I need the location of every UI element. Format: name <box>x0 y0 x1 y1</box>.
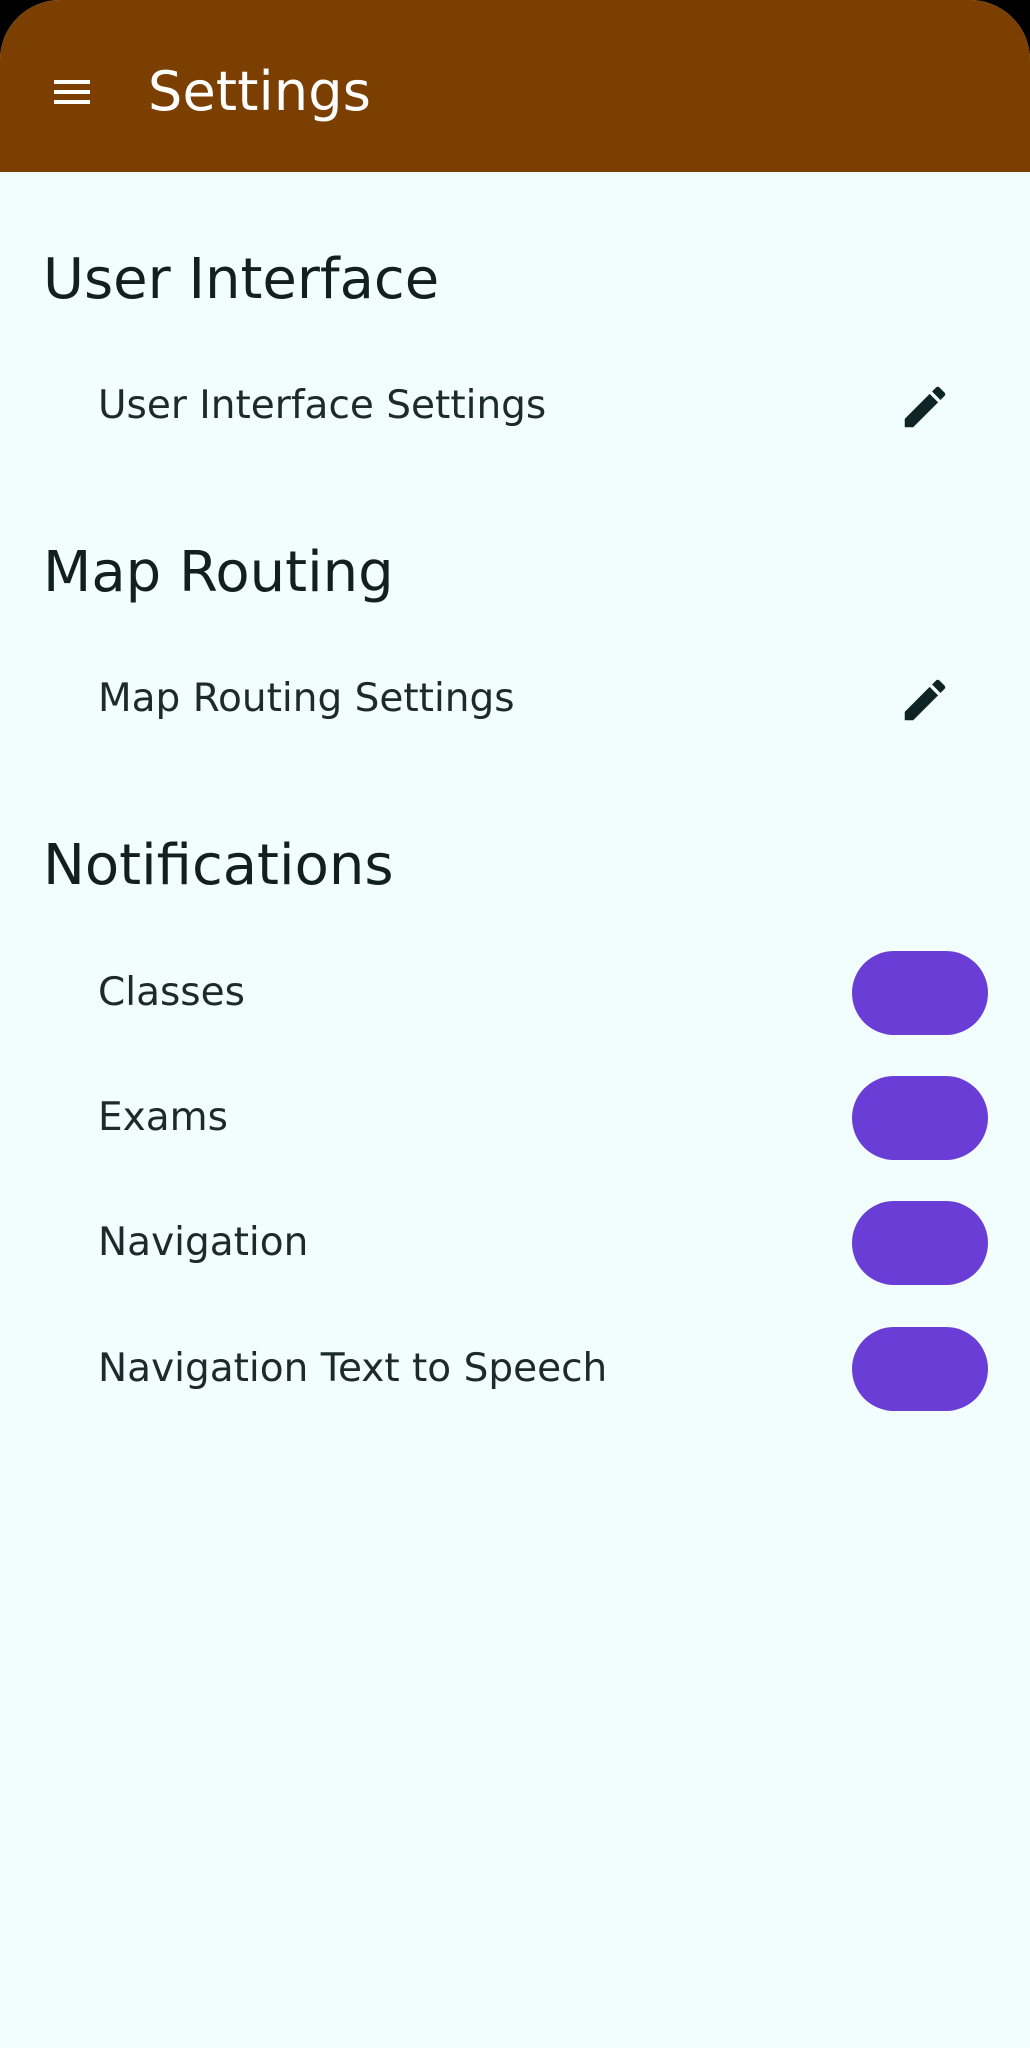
notification-row-exams: Exams <box>0 1063 1030 1173</box>
edit-icon <box>904 679 946 721</box>
page-title: Settings <box>148 60 372 123</box>
section-header-map-routing: Map Routing <box>43 540 394 605</box>
section-header-user-interface: User Interface <box>43 247 440 312</box>
notification-label-navigation: Navigation <box>98 1220 309 1265</box>
classes-toggle[interactable] <box>852 951 988 1035</box>
navigation-toggle[interactable] <box>852 1201 988 1285</box>
edit-icon <box>904 386 946 428</box>
section-header-notifications: Notifications <box>43 833 394 898</box>
map-routing-settings-label: Map Routing Settings <box>98 676 515 721</box>
user-interface-settings-label: User Interface Settings <box>98 383 547 428</box>
navigation-tts-toggle[interactable] <box>852 1327 988 1411</box>
notification-row-classes: Classes <box>0 938 1030 1048</box>
settings-screen: Settings User Interface User Interface S… <box>0 0 1030 2048</box>
notification-label-classes: Classes <box>98 970 245 1015</box>
user-interface-edit-button[interactable] <box>884 371 968 441</box>
notification-label-navigation-tts: Navigation Text to Speech <box>98 1346 608 1391</box>
map-routing-settings-row[interactable]: Map Routing Settings <box>0 644 1030 754</box>
notification-row-navigation-tts: Navigation Text to Speech <box>0 1314 1030 1424</box>
user-interface-settings-row[interactable]: User Interface Settings <box>0 351 1030 461</box>
notification-label-exams: Exams <box>98 1095 228 1140</box>
menu-button[interactable] <box>34 56 114 128</box>
menu-icon <box>54 80 90 104</box>
notification-row-navigation: Navigation <box>0 1188 1030 1298</box>
exams-toggle[interactable] <box>852 1076 988 1160</box>
app-bar: Settings <box>0 0 1030 172</box>
map-routing-edit-button[interactable] <box>884 664 968 734</box>
